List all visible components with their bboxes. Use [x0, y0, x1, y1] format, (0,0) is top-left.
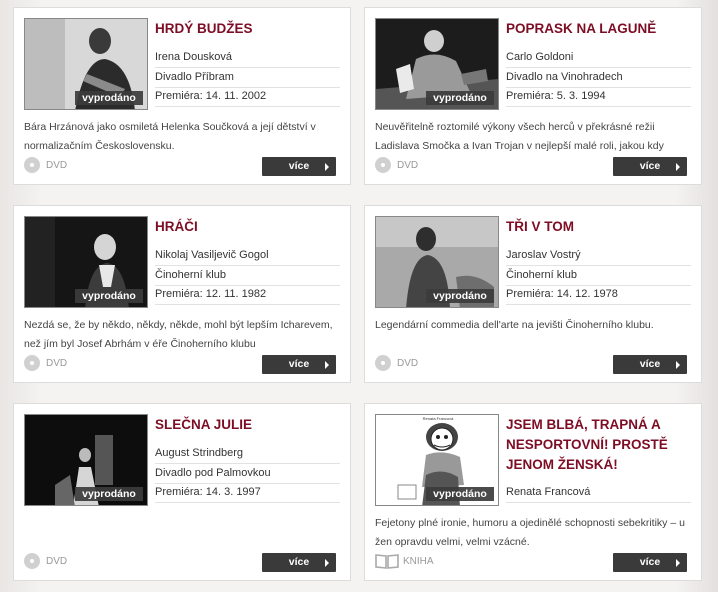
- theatre: Divadlo na Vinohradech: [506, 68, 691, 88]
- media-type: DVD: [375, 156, 418, 176]
- arrow-right-icon: [676, 361, 680, 369]
- product-card: vyprodáno TŘI V TOM Jaroslav Vostrý Čino…: [364, 205, 702, 383]
- product-photo[interactable]: vyprodáno: [24, 414, 148, 506]
- sold-out-badge: vyprodáno: [426, 91, 494, 105]
- media-type: DVD: [24, 552, 67, 572]
- product-photo[interactable]: vyprodáno: [375, 216, 499, 308]
- cover-caption: Renata Francová: [422, 416, 454, 421]
- media-label: DVD: [46, 160, 68, 171]
- sold-out-badge: vyprodáno: [426, 289, 494, 303]
- media-label: DVD: [397, 160, 419, 171]
- product-card: vyprodáno SLEČNA JULIE August Strindberg…: [13, 403, 351, 581]
- media-label: DVD: [46, 358, 68, 369]
- arrow-right-icon: [325, 163, 329, 171]
- more-button[interactable]: více: [262, 355, 336, 374]
- more-button[interactable]: více: [613, 553, 687, 572]
- sold-out-badge: vyprodáno: [426, 487, 494, 501]
- theatre: Činoherní klub: [155, 266, 340, 286]
- more-button[interactable]: více: [262, 157, 336, 176]
- premiere-date: Premiéra: 14. 11. 2002: [155, 87, 340, 107]
- theatre: Divadlo pod Palmovkou: [155, 464, 340, 484]
- description: Legendární commedia dell'arte na jevišti…: [375, 319, 654, 331]
- product-card: vyprodáno HRÁČI Nikolaj Vasiljevič Gogol…: [13, 205, 351, 383]
- sold-out-badge: vyprodáno: [75, 91, 143, 105]
- description: Neuvěřitelně roztomilé výkony všech herc…: [375, 121, 664, 152]
- dvd-icon: [375, 355, 391, 372]
- description: Nezdá se, že by někdo, někdy, někde, moh…: [24, 319, 333, 350]
- product-title[interactable]: SLEČNA JULIE: [155, 415, 340, 435]
- dvd-icon: [375, 157, 391, 174]
- product-title[interactable]: HRDÝ BUDŽES: [155, 19, 340, 39]
- premiere-date: Premiéra: 14. 3. 1997: [155, 483, 340, 503]
- sold-out-badge: vyprodáno: [75, 289, 143, 303]
- arrow-right-icon: [325, 559, 329, 567]
- product-card: vyprodáno HRDÝ BUDŽES Irena Dousková Div…: [13, 7, 351, 185]
- author: Jaroslav Vostrý: [506, 246, 691, 266]
- more-button[interactable]: více: [262, 553, 336, 572]
- book-icon: [375, 554, 399, 570]
- arrow-right-icon: [325, 361, 329, 369]
- author: Nikolaj Vasiljevič Gogol: [155, 246, 340, 266]
- product-title[interactable]: JSEM BLBÁ, TRAPNÁ A NESPORTOVNÍ! PROSTĚ …: [506, 415, 691, 475]
- media-type: DVD: [24, 354, 67, 374]
- media-type: DVD: [24, 156, 67, 176]
- premiere-date: Premiéra: 12. 11. 1982: [155, 285, 340, 305]
- description: Bára Hrzánová jako osmiletá Helenka Souč…: [24, 121, 316, 152]
- arrow-right-icon: [676, 163, 680, 171]
- product-photo[interactable]: vyprodáno: [24, 18, 148, 110]
- product-card: vyprodáno POPRASK NA LAGUNĚ Carlo Goldon…: [364, 7, 702, 185]
- premiere-date: Premiéra: 14. 12. 1978: [506, 285, 691, 305]
- media-label: DVD: [397, 358, 419, 369]
- more-label: více: [639, 556, 661, 568]
- sold-out-badge: vyprodáno: [75, 487, 143, 501]
- media-type: KNIHA: [375, 552, 434, 572]
- product-photo[interactable]: vyprodáno: [375, 18, 499, 110]
- product-photo[interactable]: vyprodáno: [24, 216, 148, 308]
- more-button[interactable]: více: [613, 157, 687, 176]
- description: Fejetony plné ironie, humoru a ojedinělé…: [375, 517, 685, 548]
- more-label: více: [288, 160, 310, 172]
- dvd-icon: [24, 355, 40, 372]
- more-label: více: [639, 160, 661, 172]
- arrow-right-icon: [676, 559, 680, 567]
- author: Irena Dousková: [155, 48, 340, 68]
- dvd-icon: [24, 157, 40, 174]
- media-type: DVD: [375, 354, 418, 374]
- author: Carlo Goldoni: [506, 48, 691, 68]
- media-label: DVD: [46, 556, 68, 567]
- premiere-date: Premiéra: 5. 3. 1994: [506, 87, 691, 107]
- product-card: Renata Francová vyprodáno JSEM BLBÁ, TRA…: [364, 403, 702, 581]
- author: Renata Francová: [506, 483, 691, 503]
- dvd-icon: [24, 553, 40, 570]
- book-cover[interactable]: Renata Francová vyprodáno: [375, 414, 499, 506]
- media-label: KNIHA: [403, 556, 434, 567]
- product-title[interactable]: TŘI V TOM: [506, 217, 691, 237]
- more-label: více: [288, 556, 310, 568]
- theatre: Divadlo Příbram: [155, 68, 340, 88]
- product-title[interactable]: POPRASK NA LAGUNĚ: [506, 19, 691, 39]
- more-label: více: [639, 358, 661, 370]
- product-title[interactable]: HRÁČI: [155, 217, 340, 237]
- more-button[interactable]: více: [613, 355, 687, 374]
- author: August Strindberg: [155, 444, 340, 464]
- more-label: více: [288, 358, 310, 370]
- theatre: Činoherní klub: [506, 266, 691, 286]
